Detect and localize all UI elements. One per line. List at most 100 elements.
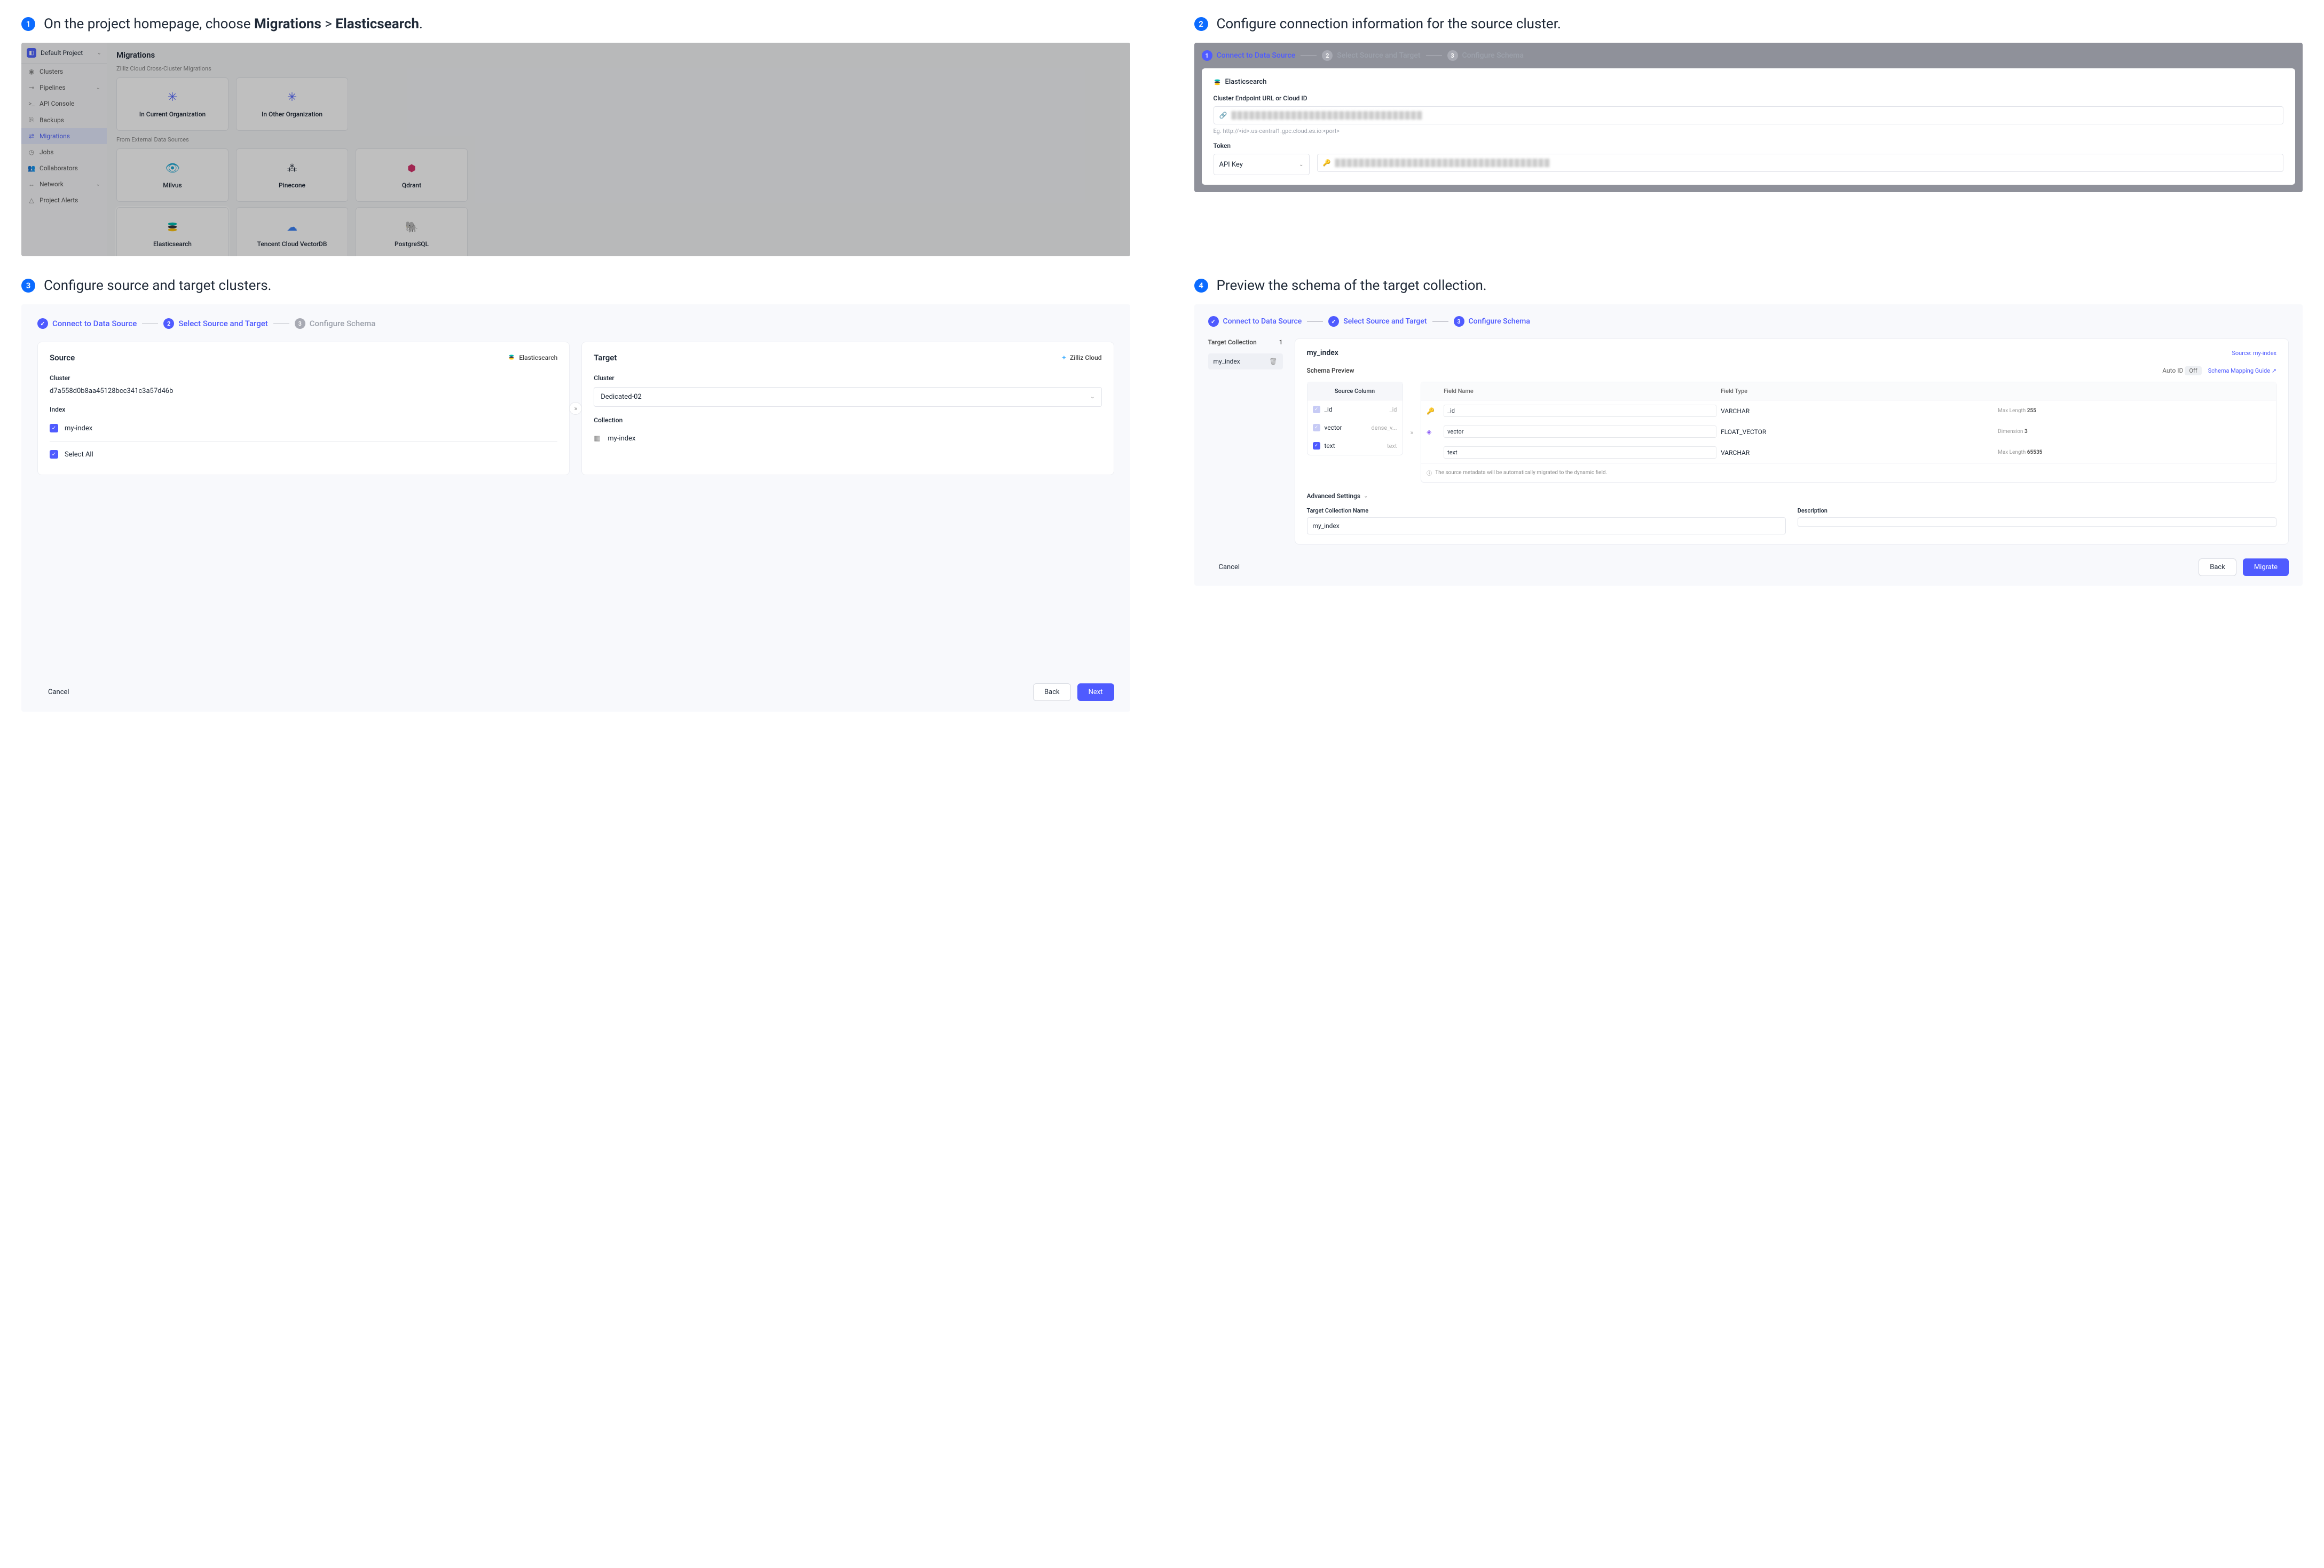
wizard-num-3: 3 [1454,316,1464,327]
checkbox-locked-icon: ✓ [1313,424,1320,431]
collaborators-icon: 👥 [28,164,35,172]
delete-icon[interactable]: 🗑 [1269,358,1277,365]
chevron-down-icon: ⌄ [96,182,100,187]
field-name-input[interactable]: _id [1444,405,1716,417]
spark-icon: ✳ [166,90,179,104]
card-in-current-org[interactable]: ✳In Current Organization [116,77,229,131]
advanced-settings-toggle[interactable]: Advanced Settings⌄ [1307,492,2277,500]
chevron-down-icon: ⌄ [1364,493,1368,499]
link-icon: 🔗 [1219,112,1227,119]
wizard-label-3: Configure Schema [310,319,376,328]
tencent-icon: ☁ [285,220,299,234]
jobs-icon: ◷ [28,148,35,156]
nav-api-console[interactable]: >_API Console [21,96,107,112]
field-type: FLOAT_VECTOR [1721,428,1994,436]
cancel-button[interactable]: Cancel [1208,559,1251,576]
step-4: 4 Preview the schema of the target colle… [1194,278,2303,712]
back-button[interactable]: Back [1033,683,1071,701]
card-milvus[interactable]: 👁Milvus [116,148,229,202]
field-name-input[interactable]: text [1444,446,1716,459]
description-input[interactable] [1798,517,2276,527]
wizard-label-1: Connect to Data Source [1217,51,1296,60]
field-type: VARCHAR [1721,407,1994,415]
tc-label: Target Collection [1208,338,1257,346]
migrate-button[interactable]: Migrate [2243,558,2289,576]
wizard-check-1: ✓ [37,318,48,329]
nav-pipelines[interactable]: ⊸Pipelines⌄ [21,80,107,96]
wizard-num-1: 1 [1202,50,1212,61]
elasticsearch-icon [166,220,179,234]
step-badge-4: 4 [1194,279,1208,293]
nav-collaborators[interactable]: 👥Collaborators [21,160,107,176]
collection-icon: ▦ [594,435,601,443]
field-name-input[interactable]: vector [1444,426,1716,438]
target-title: Target [594,353,617,363]
wizard-steps: 1Connect to Data Source 2Select Source a… [1202,50,2296,61]
step1-bold2: Elasticsearch [335,16,419,32]
cancel-button[interactable]: Cancel [37,684,80,700]
tgt-row-vector: ◈vectorFLOAT_VECTORDimension 3 [1421,421,2276,442]
token-type-select[interactable]: API Key⌄ [1214,154,1310,175]
transfer-arrow-icon: » [569,402,582,415]
qdrant-icon: ⬢ [405,161,419,175]
card-pinecone[interactable]: ⁂Pinecone [236,148,348,202]
source-box: Source Elasticsearch Cluster d7a558d0b8a… [37,342,570,475]
external-link-icon: ↗ [2272,367,2276,374]
page-title: Migrations [116,50,1121,60]
card-in-other-org[interactable]: ✳In Other Organization [236,77,348,131]
backups-icon: ⎘ [28,116,35,124]
wizard-label-1[interactable]: Connect to Data Source [1223,317,1302,326]
target-cluster-select[interactable]: Dedicated-02⌄ [594,387,1101,407]
card-elasticsearch[interactable]: Elasticsearch [116,207,229,256]
field-type-header: Field Type [1721,388,1994,395]
project-selector[interactable]: ◧ Default Project ⌄ [21,43,107,64]
wizard-steps: ✓Connect to Data Source ✓Select Source a… [1208,316,2289,327]
card-postgres[interactable]: 🐘PostgreSQL [356,207,468,256]
panel-homepage: ◧ Default Project ⌄ ◉Clusters ⊸Pipelines… [21,43,1130,256]
elasticsearch-icon [1214,78,1221,86]
wizard-label-1[interactable]: Connect to Data Source [52,319,137,328]
card-qdrant[interactable]: ⬢Qdrant [356,148,468,202]
target-collection-name-input[interactable]: my_index [1307,517,1786,534]
chevron-down-icon: ⌄ [1090,394,1094,400]
step-2: 2 Configure connection information for t… [1194,16,2303,256]
vector-icon: ◈ [1427,428,1439,436]
step-badge-1: 1 [21,17,35,31]
index-item-row[interactable]: ✓my-index [50,419,557,438]
nav-jobs[interactable]: ◷Jobs [21,144,107,160]
clusters-icon: ◉ [28,68,35,75]
nav-clusters[interactable]: ◉Clusters [21,64,107,80]
network-icon: ↔ [28,180,35,188]
checkbox-checked-icon[interactable]: ✓ [50,450,58,459]
nav-backups[interactable]: ⎘Backups [21,112,107,128]
step3-heading: 3 Configure source and target clusters. [21,278,1130,294]
nav-network[interactable]: ↔Network⌄ [21,176,107,192]
back-button[interactable]: Back [2199,558,2236,576]
nav-project-alerts[interactable]: △Project Alerts [21,192,107,208]
checkbox-checked-icon[interactable]: ✓ [1313,442,1320,450]
tc-item[interactable]: my_index🗑 [1208,353,1283,369]
panel-select: ✓Connect to Data Source 2Select Source a… [21,304,1130,712]
endpoint-input[interactable]: 🔗████████████████████████████████ [1214,106,2284,124]
select-all-row[interactable]: ✓Select All [50,445,557,464]
field-name-header: Field Name [1444,388,1716,395]
mapping-guide-link[interactable]: Schema Mapping Guide ↗ [2208,367,2276,374]
chevron-down-icon: ⌄ [96,85,100,91]
schema-preview-label: Schema Preview [1307,367,1354,374]
wizard-num-2: 2 [163,318,174,329]
wizard-label-2[interactable]: Select Source and Target [1343,317,1427,326]
card-tencent[interactable]: ☁Tencent Cloud VectorDB [236,207,348,256]
tgt-row-text: textVARCHARMax Length 65535 [1421,442,2276,463]
postgres-icon: 🐘 [405,220,419,234]
alerts-icon: △ [28,196,35,204]
nav-migrations[interactable]: ⇄Migrations [21,128,107,144]
token-input[interactable]: 🔑████████████████████████████████████ [1317,154,2284,172]
endpoint-hint: Eg. http://<id>.us-central1.gpc.cloud.es… [1214,128,2284,135]
checkbox-checked-icon[interactable]: ✓ [50,424,58,432]
target-cluster-label: Cluster [594,374,1101,382]
section-cross-cluster: Zilliz Cloud Cross-Cluster Migrations [116,65,1121,72]
next-button[interactable]: Next [1077,683,1114,701]
wizard-num-3: 3 [1447,50,1458,61]
target-collection-list: Target Collection1 my_index🗑 [1208,338,1283,545]
console-icon: >_ [28,100,35,107]
